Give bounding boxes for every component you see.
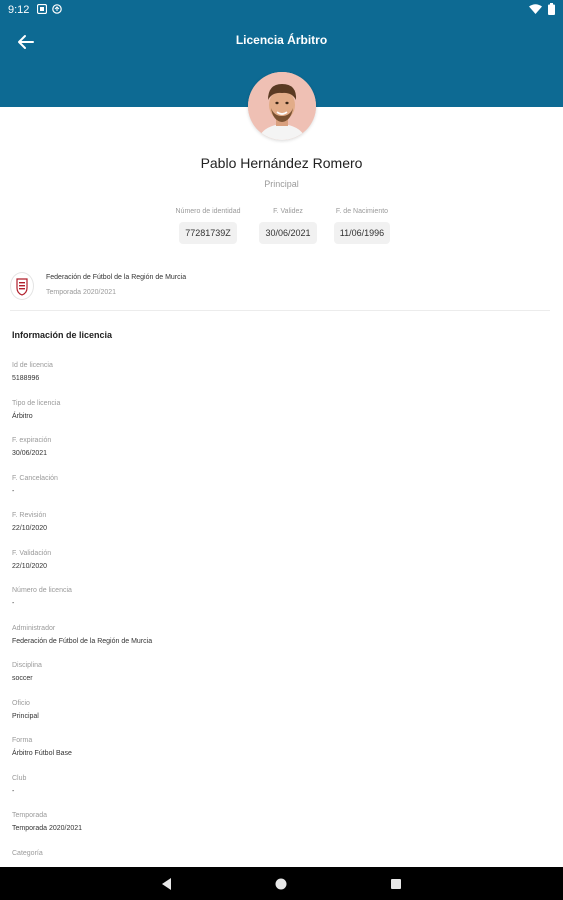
field-license-type: Tipo de licencia Árbitro	[12, 399, 552, 437]
person-role: Principal	[264, 179, 299, 189]
field-label: Administrador	[12, 624, 56, 632]
field-expiration: F. expiración 30/06/2021	[12, 436, 552, 474]
field-license-number: Número de licencia -	[12, 586, 552, 624]
notification-icon	[37, 4, 47, 14]
field-value: Temporada 2020/2021	[12, 825, 83, 832]
avatar	[248, 72, 316, 140]
status-bar: 9:12	[0, 0, 563, 20]
system-nav-bar	[0, 867, 563, 900]
field-label: Tipo de licencia	[12, 399, 61, 407]
birthdate-chip: 11/06/1996	[333, 222, 391, 244]
field-value: Árbitro	[12, 412, 33, 420]
field-club: Club -	[12, 774, 552, 812]
field-label: Temporada	[12, 812, 48, 819]
id-number-chip: 77281739Z	[179, 222, 237, 244]
field-value: -	[12, 787, 15, 795]
triangle-back-icon[interactable]	[159, 876, 175, 892]
field-value: 5188996	[12, 375, 40, 382]
field-value: 30/06/2021	[12, 450, 48, 457]
field-value: -	[12, 600, 15, 607]
field-season: Temporada Temporada 2020/2021	[12, 811, 552, 849]
status-time: 9:12	[8, 4, 30, 16]
id-number-block: Número de identidad 77281739Z	[168, 208, 248, 244]
birthdate-block: F. de Nacimiento 11/06/1996	[327, 208, 397, 244]
wifi-icon	[529, 4, 542, 14]
federation-crest-icon	[16, 278, 28, 296]
field-value: -	[12, 487, 15, 495]
field-value: soccer	[12, 675, 33, 682]
validity-label: F. Validez	[273, 208, 303, 215]
field-label: F. Validación	[12, 549, 52, 557]
field-revision: F. Revisión 22/10/2020	[12, 511, 552, 549]
field-value: Federación de Fútbol de la Región de Mur…	[12, 637, 153, 645]
battery-icon	[548, 3, 555, 15]
field-label: Forma	[12, 737, 33, 744]
sync-icon	[52, 4, 62, 14]
field-value: Árbitro Fútbol Base	[12, 750, 72, 757]
field-administrator: Administrador Federación de Fútbol de la…	[12, 624, 552, 662]
field-label: Disciplina	[12, 662, 42, 669]
field-value: Principal	[12, 712, 39, 720]
field-label: Categoría	[12, 849, 43, 857]
validity-block: F. Validez 30/06/2021	[253, 208, 323, 244]
license-fields: Id de licencia 5188996 Tipo de licencia …	[12, 361, 552, 886]
federation-season: Temporada 2020/2021	[46, 289, 117, 296]
field-value: 22/10/2020	[12, 562, 48, 570]
field-value: 22/10/2020	[12, 525, 48, 532]
page-title: Licencia Árbitro	[235, 33, 328, 47]
field-label: F. Cancelación	[12, 474, 58, 482]
federation-row[interactable]: Federación de Fútbol de la Región de Mur…	[10, 270, 550, 311]
field-validation: F. Validación 22/10/2020	[12, 549, 552, 587]
federation-name: Federación de Fútbol de la Región de Mur…	[46, 274, 187, 281]
field-form: Forma Árbitro Fútbol Base	[12, 736, 552, 774]
field-label: Oficio	[12, 699, 30, 707]
field-license-id: Id de licencia 5188996	[12, 361, 552, 399]
field-label: Club	[12, 774, 27, 782]
field-cancellation: F. Cancelación -	[12, 474, 552, 512]
square-recent-icon[interactable]	[388, 876, 404, 892]
federation-logo	[10, 272, 34, 300]
circle-home-icon[interactable]	[273, 876, 289, 892]
app-bar: Licencia Árbitro	[0, 22, 563, 60]
field-label: F. Revisión	[12, 512, 47, 519]
field-label: Id de licencia	[12, 362, 53, 369]
field-label: F. expiración	[12, 437, 52, 444]
status-icons	[529, 3, 555, 15]
birthdate-label: F. de Nacimiento	[335, 208, 389, 215]
id-number-label: Número de identidad	[175, 208, 241, 215]
validity-chip: 30/06/2021	[259, 222, 317, 244]
section-title: Información de licencia	[12, 330, 113, 340]
person-name: Pablo Hernández Romero	[200, 155, 363, 171]
profile-photo	[248, 72, 316, 140]
field-label: Número de licencia	[12, 587, 72, 594]
field-discipline: Disciplina soccer	[12, 661, 552, 699]
field-office: Oficio Principal	[12, 699, 552, 737]
